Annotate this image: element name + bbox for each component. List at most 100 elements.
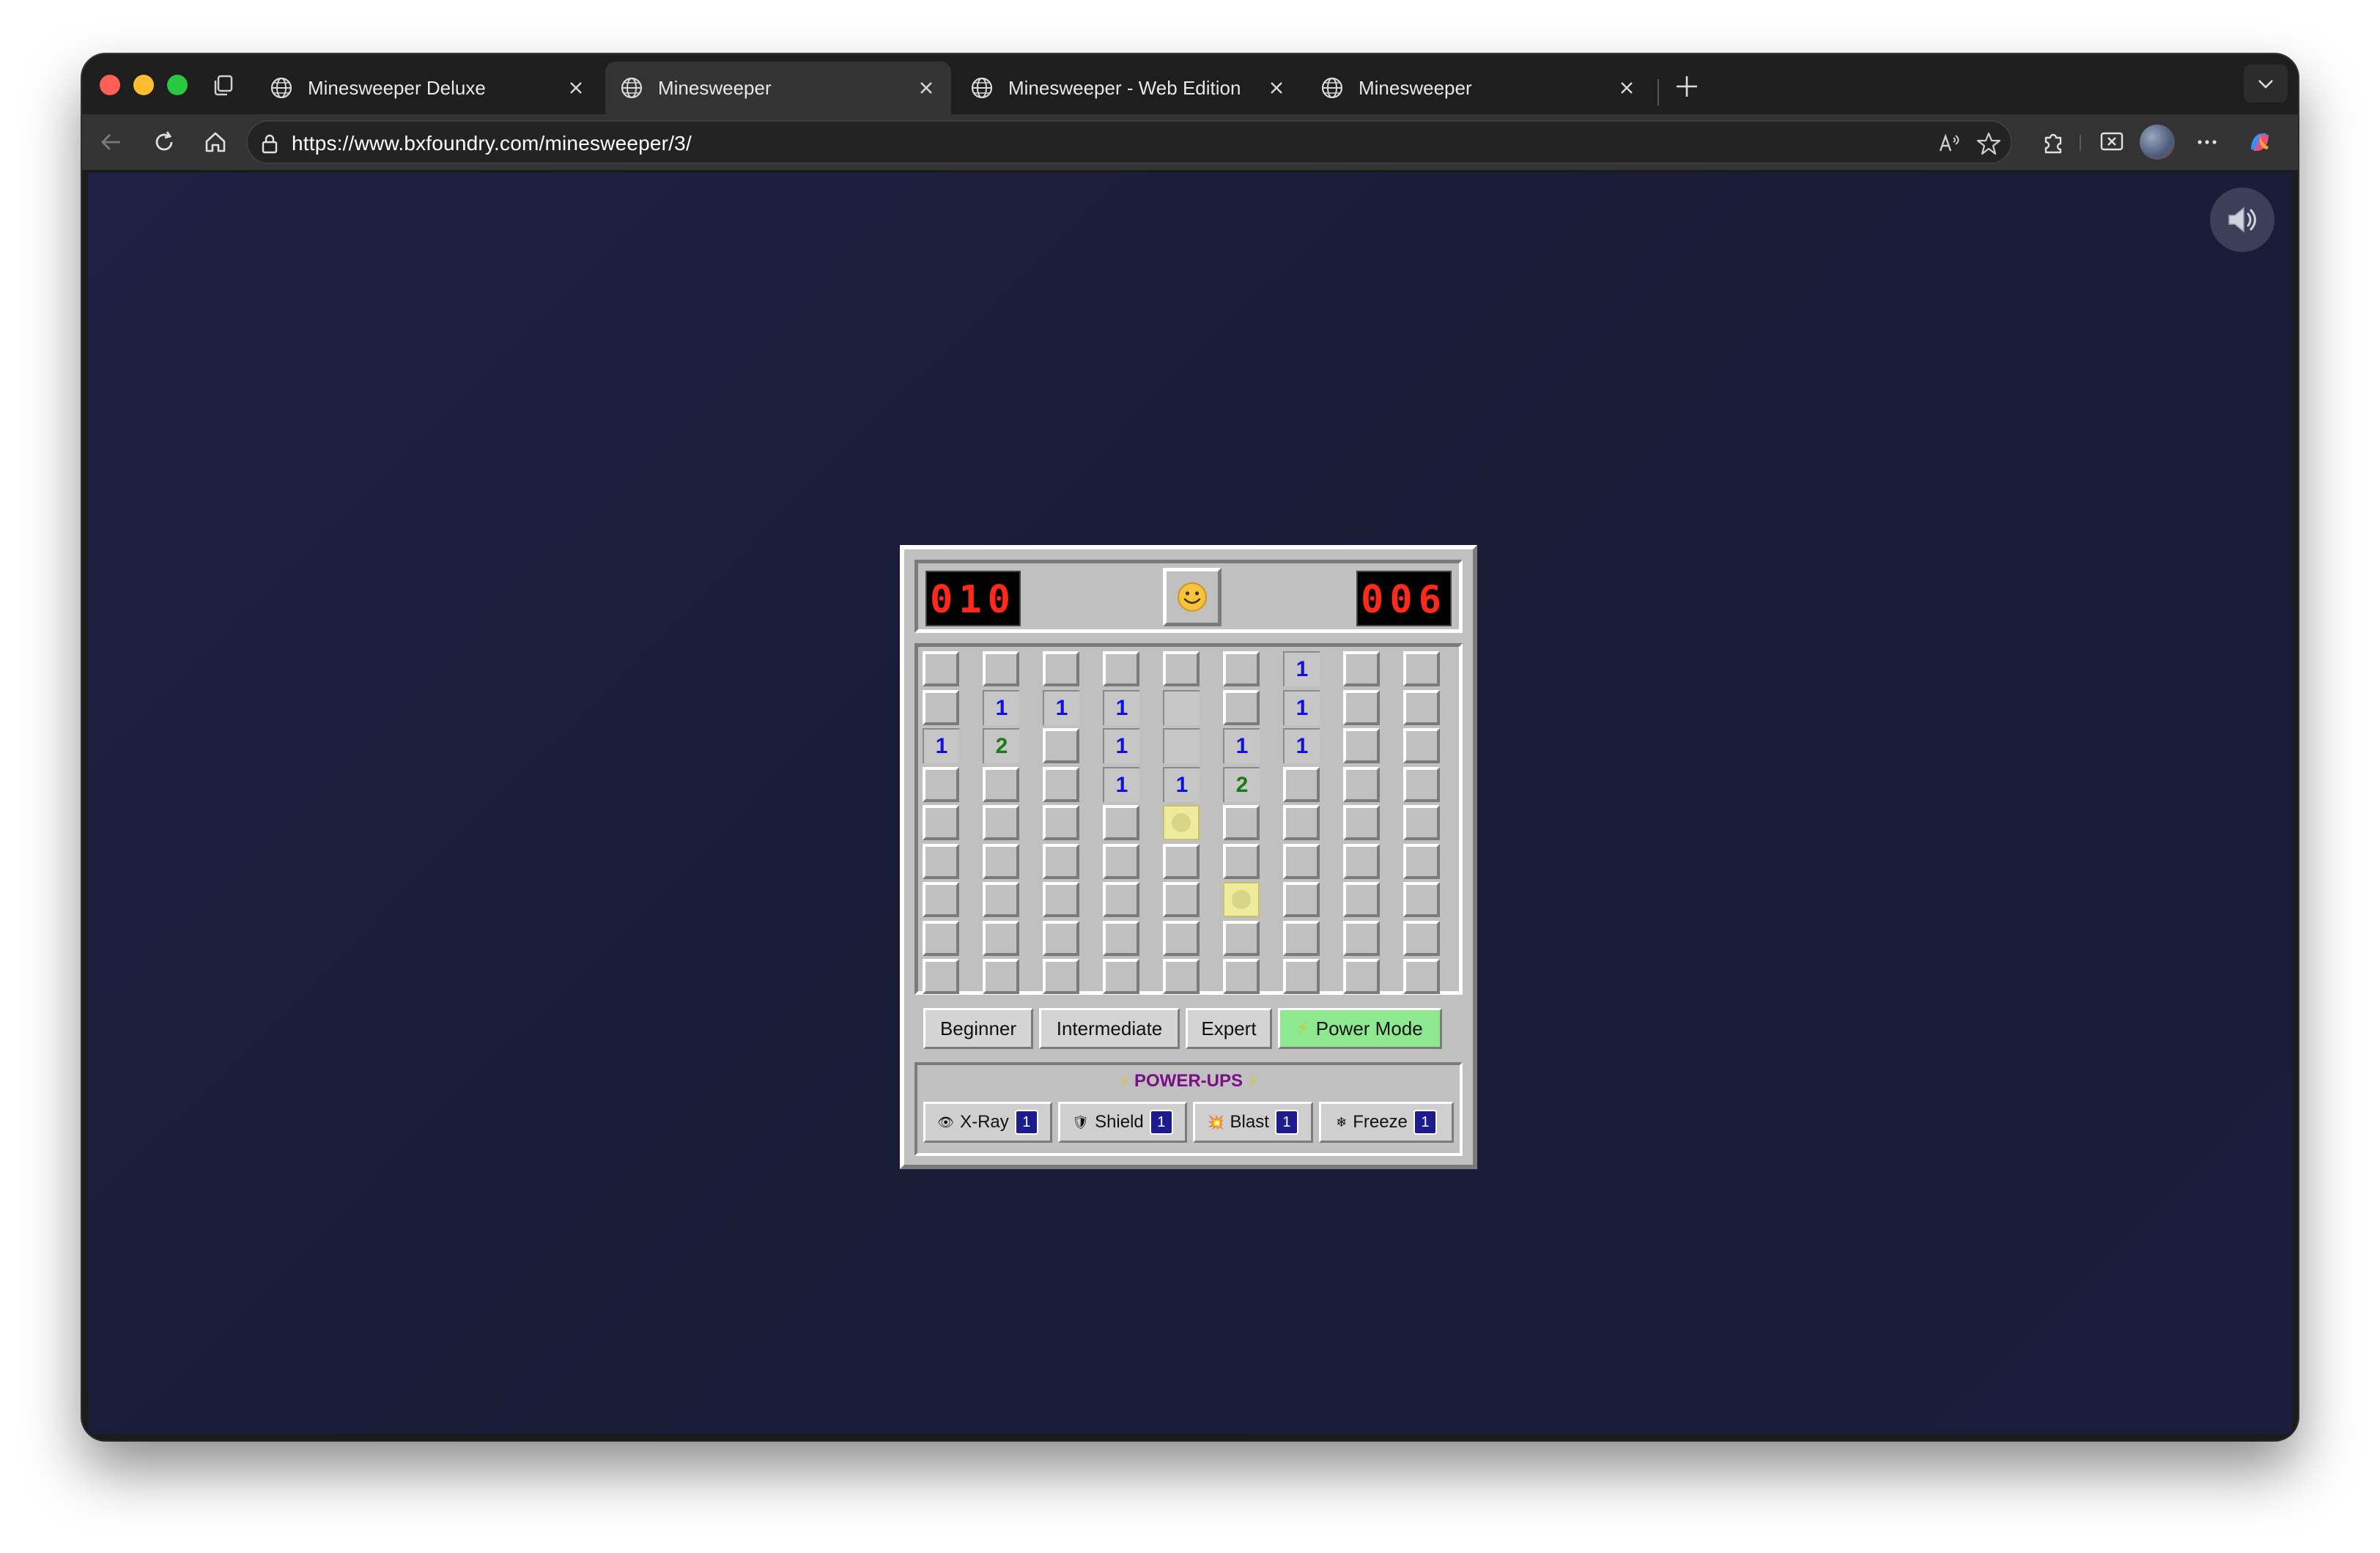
hidden-cell[interactable] bbox=[923, 882, 959, 917]
hidden-cell[interactable] bbox=[923, 766, 959, 802]
extensions-icon[interactable] bbox=[2039, 127, 2068, 157]
hidden-cell[interactable] bbox=[1403, 843, 1440, 879]
close-tab-icon[interactable] bbox=[916, 78, 936, 98]
blast-powerup-button[interactable]: 💥 Blast 1 bbox=[1193, 1102, 1313, 1143]
maximize-window-button[interactable] bbox=[167, 75, 188, 95]
hidden-cell[interactable] bbox=[1343, 843, 1380, 879]
hidden-cell[interactable] bbox=[1043, 805, 1079, 840]
hidden-cell[interactable] bbox=[1163, 882, 1200, 917]
number-cell[interactable]: 2 bbox=[983, 728, 1019, 763]
new-tab-icon[interactable] bbox=[1672, 72, 1701, 101]
hidden-cell[interactable] bbox=[1043, 651, 1079, 686]
number-cell[interactable]: 1 bbox=[1283, 728, 1320, 763]
tab-3[interactable]: Minesweeper - Web Edition bbox=[956, 62, 1301, 114]
close-tab-icon[interactable] bbox=[1616, 78, 1637, 98]
hidden-cell[interactable] bbox=[983, 920, 1019, 956]
hidden-cell[interactable] bbox=[1163, 651, 1200, 686]
tab-4[interactable]: Minesweeper bbox=[1306, 62, 1652, 114]
hidden-cell[interactable] bbox=[1043, 959, 1079, 994]
close-window-button[interactable] bbox=[100, 75, 120, 95]
home-icon[interactable] bbox=[201, 127, 230, 157]
hidden-cell[interactable] bbox=[1403, 766, 1440, 802]
back-icon[interactable] bbox=[97, 127, 126, 157]
hidden-cell[interactable] bbox=[1283, 843, 1320, 879]
hidden-cell[interactable] bbox=[1403, 728, 1440, 763]
hidden-cell[interactable] bbox=[1283, 805, 1320, 840]
revealed-cell[interactable] bbox=[1163, 728, 1200, 763]
number-cell[interactable]: 1 bbox=[1103, 728, 1139, 763]
hidden-cell[interactable] bbox=[1223, 920, 1260, 956]
hidden-cell[interactable] bbox=[923, 920, 959, 956]
tab-actions-icon[interactable] bbox=[211, 72, 237, 98]
tab-1[interactable]: Minesweeper Deluxe bbox=[255, 62, 601, 114]
hidden-cell[interactable] bbox=[1163, 843, 1200, 879]
close-tab-icon[interactable] bbox=[566, 78, 586, 98]
hidden-cell[interactable] bbox=[923, 689, 959, 725]
hidden-cell[interactable] bbox=[1103, 959, 1139, 994]
hidden-cell[interactable] bbox=[1103, 651, 1139, 686]
more-options-icon[interactable] bbox=[2192, 127, 2222, 157]
highlighted-cell[interactable] bbox=[1163, 805, 1200, 840]
number-cell[interactable]: 1 bbox=[1103, 689, 1139, 725]
hidden-cell[interactable] bbox=[1403, 920, 1440, 956]
favorite-star-icon[interactable] bbox=[1976, 130, 2002, 157]
hidden-cell[interactable] bbox=[1103, 843, 1139, 879]
hidden-cell[interactable] bbox=[1403, 689, 1440, 725]
number-cell[interactable]: 1 bbox=[923, 728, 959, 763]
hidden-cell[interactable] bbox=[1043, 728, 1079, 763]
address-bar[interactable]: https://www.bxfoundry.com/minesweeper/3/ bbox=[246, 120, 2012, 164]
number-cell[interactable]: 1 bbox=[1043, 689, 1079, 725]
tab-2[interactable]: Minesweeper bbox=[605, 62, 951, 114]
number-cell[interactable]: 2 bbox=[1223, 766, 1260, 802]
number-cell[interactable]: 1 bbox=[1223, 728, 1260, 763]
hidden-cell[interactable] bbox=[1103, 882, 1139, 917]
hidden-cell[interactable] bbox=[1223, 689, 1260, 725]
hidden-cell[interactable] bbox=[923, 959, 959, 994]
hidden-cell[interactable] bbox=[923, 843, 959, 879]
minimize-window-button[interactable] bbox=[133, 75, 154, 95]
hidden-cell[interactable] bbox=[1163, 920, 1200, 956]
hidden-cell[interactable] bbox=[1283, 959, 1320, 994]
hidden-cell[interactable] bbox=[1403, 882, 1440, 917]
hidden-cell[interactable] bbox=[983, 959, 1019, 994]
reset-face-button[interactable] bbox=[1163, 568, 1222, 626]
hidden-cell[interactable] bbox=[1283, 920, 1320, 956]
tab-list-button[interactable] bbox=[2244, 64, 2288, 103]
freeze-powerup-button[interactable]: ❄ Freeze 1 bbox=[1319, 1102, 1454, 1143]
hidden-cell[interactable] bbox=[1223, 651, 1260, 686]
hidden-cell[interactable] bbox=[1343, 728, 1380, 763]
hidden-cell[interactable] bbox=[1343, 651, 1380, 686]
hidden-cell[interactable] bbox=[983, 651, 1019, 686]
sound-toggle-button[interactable] bbox=[2210, 188, 2274, 252]
beginner-button[interactable]: Beginner bbox=[923, 1008, 1033, 1049]
hidden-cell[interactable] bbox=[1043, 882, 1079, 917]
hidden-cell[interactable] bbox=[1223, 959, 1260, 994]
hidden-cell[interactable] bbox=[1343, 920, 1380, 956]
highlighted-cell[interactable] bbox=[1223, 882, 1260, 917]
hidden-cell[interactable] bbox=[1283, 882, 1320, 917]
number-cell[interactable]: 1 bbox=[983, 689, 1019, 725]
hidden-cell[interactable] bbox=[1343, 805, 1380, 840]
intermediate-button[interactable]: Intermediate bbox=[1039, 1008, 1180, 1049]
hidden-cell[interactable] bbox=[1403, 651, 1440, 686]
screenshot-icon[interactable] bbox=[2097, 127, 2126, 157]
hidden-cell[interactable] bbox=[1283, 766, 1320, 802]
reload-icon[interactable] bbox=[149, 127, 179, 157]
shield-powerup-button[interactable]: 🛡 Shield 1 bbox=[1058, 1102, 1187, 1143]
read-aloud-icon[interactable] bbox=[1936, 130, 1962, 157]
hidden-cell[interactable] bbox=[1043, 843, 1079, 879]
hidden-cell[interactable] bbox=[1043, 920, 1079, 956]
hidden-cell[interactable] bbox=[983, 766, 1019, 802]
hidden-cell[interactable] bbox=[1403, 959, 1440, 994]
lock-icon[interactable] bbox=[258, 132, 281, 155]
profile-avatar[interactable] bbox=[2140, 125, 2175, 160]
hidden-cell[interactable] bbox=[923, 805, 959, 840]
hidden-cell[interactable] bbox=[1043, 766, 1079, 802]
number-cell[interactable]: 1 bbox=[1163, 766, 1200, 802]
hidden-cell[interactable] bbox=[1343, 959, 1380, 994]
expert-button[interactable]: Expert bbox=[1186, 1008, 1272, 1049]
hidden-cell[interactable] bbox=[983, 843, 1019, 879]
close-tab-icon[interactable] bbox=[1266, 78, 1287, 98]
hidden-cell[interactable] bbox=[1343, 766, 1380, 802]
hidden-cell[interactable] bbox=[983, 882, 1019, 917]
